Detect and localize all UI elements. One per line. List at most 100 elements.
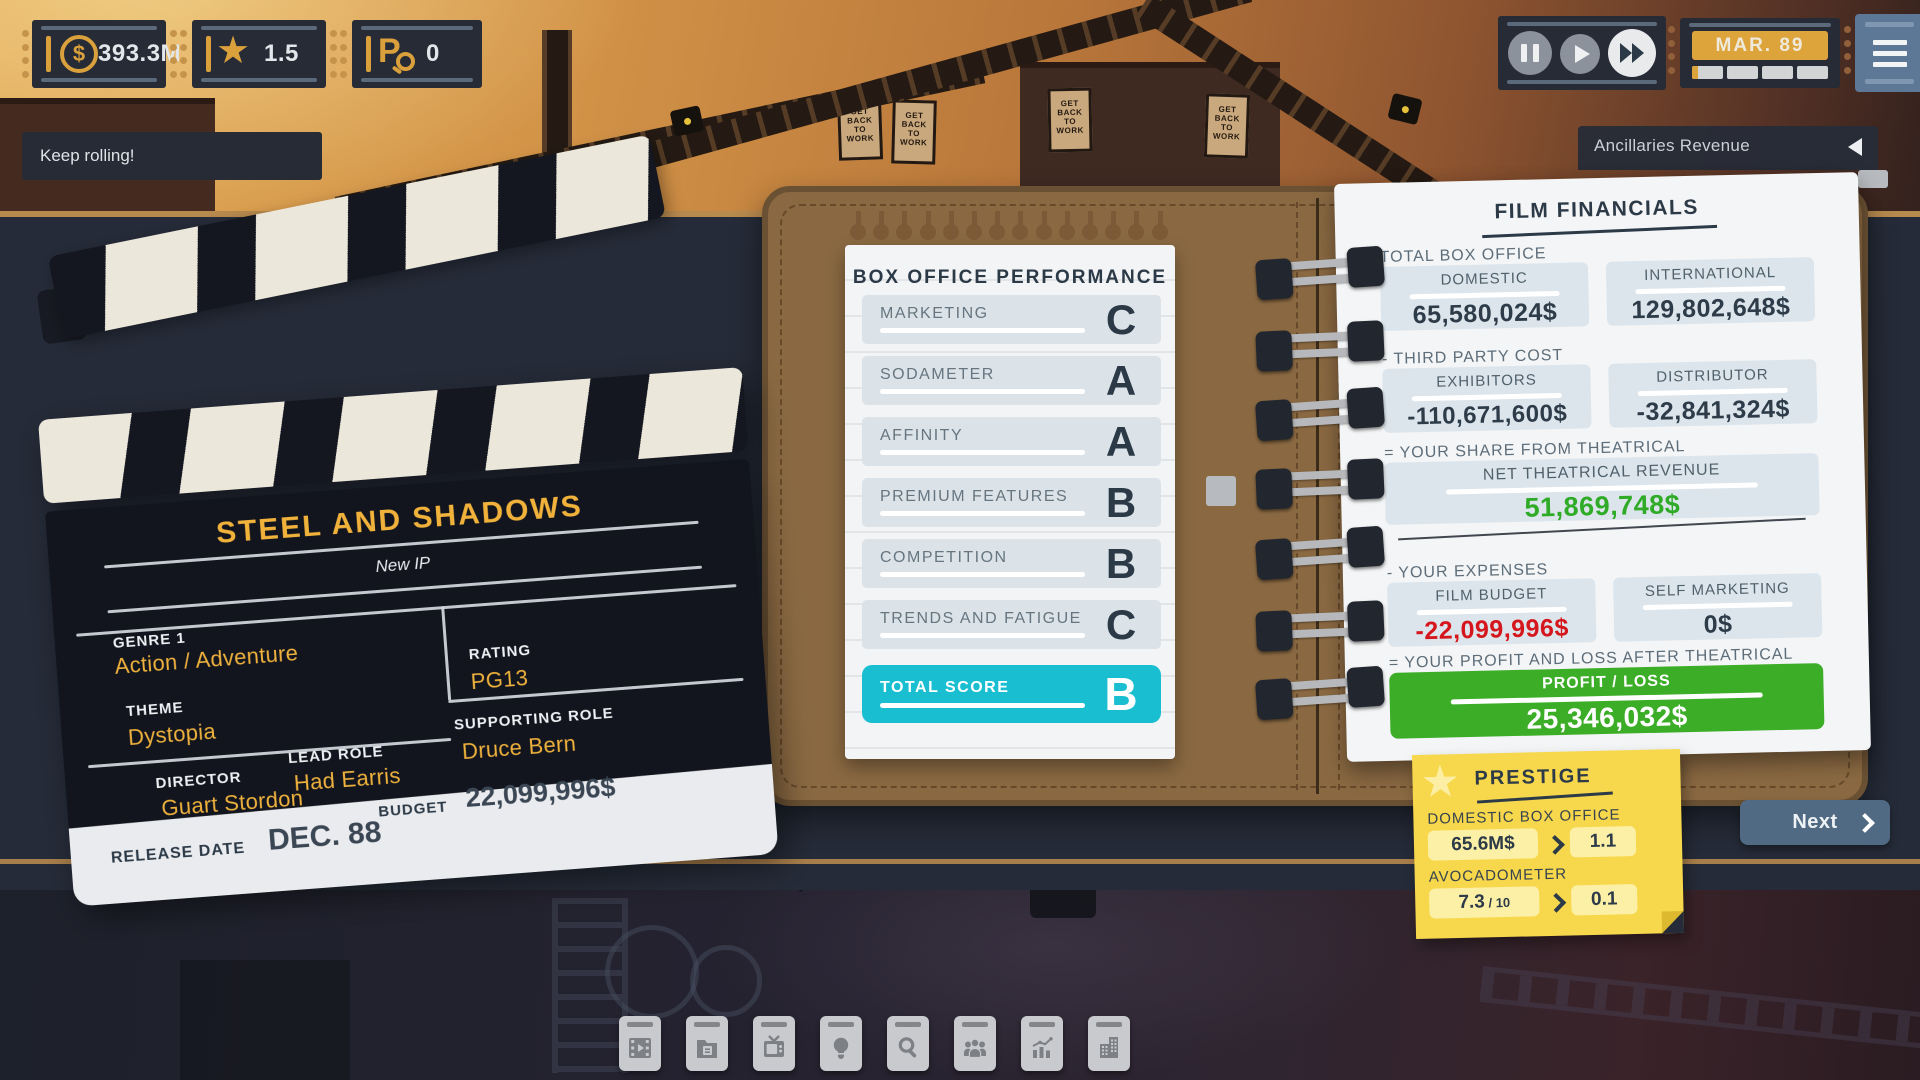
domestic-gain-pill: 1.1 [1569, 826, 1637, 858]
poster: GET BACK TO WORK [1203, 93, 1251, 159]
chevron-right-icon [1546, 892, 1567, 913]
dock-film-reel-button[interactable] [619, 1016, 661, 1071]
binder-clip [1255, 458, 1385, 510]
dock-tv-button[interactable] [753, 1016, 795, 1071]
financials-title: FILM FINANCIALS [1494, 195, 1700, 224]
binder-clip [1255, 600, 1385, 652]
avocado-gain-pill: 0.1 [1570, 883, 1638, 916]
fast-forward-button[interactable] [1608, 29, 1656, 77]
title-underline [1482, 224, 1718, 239]
prestige-ticket[interactable]: ★ 1.5 [192, 20, 326, 88]
spiral-rings [850, 211, 1172, 249]
stats-chart-icon [1030, 1032, 1054, 1064]
performance-row: AFFINITY A [862, 417, 1161, 466]
research-value: 0 [426, 40, 440, 67]
perforation [330, 30, 338, 78]
card-top-bar [1029, 1022, 1055, 1027]
staff-icon [963, 1032, 987, 1064]
perforation [22, 30, 30, 78]
next-button[interactable]: Next [1740, 800, 1890, 845]
projects-folder-icon [695, 1032, 719, 1064]
perforation [1668, 26, 1676, 74]
supporting-role-value: Druce Bern [461, 730, 577, 765]
game-screen: GET BACK TO WORK GET BACK TO WORK GET BA… [0, 0, 1920, 1080]
bottom-toolbar [619, 1016, 1130, 1071]
poster: GET BACK TO WORK [891, 99, 937, 165]
prestige-value: 1.5 [264, 40, 299, 67]
ancillaries-revenue-dropdown[interactable]: Ancillaries Revenue [1578, 126, 1878, 170]
card-top-bar [962, 1022, 988, 1027]
hud-resources: $ 393.3M ★ 1.5 P 0 [22, 20, 494, 88]
card-top-bar [761, 1022, 787, 1027]
menu-button[interactable] [1855, 14, 1920, 92]
poster: GET BACK TO WORK [1047, 87, 1093, 153]
studio-building-icon [1097, 1032, 1121, 1064]
performance-row: TRENDS AND FATIGUE C [862, 600, 1161, 649]
rating-value: PG13 [469, 665, 530, 695]
dock-stats-chart-button[interactable] [1021, 1016, 1063, 1071]
binder-clip [1254, 665, 1386, 721]
dock-idea-bulb-button[interactable] [820, 1016, 862, 1071]
dock-projects-folder-button[interactable] [686, 1016, 728, 1071]
performance-title: BOX OFFICE PERFORMANCE [852, 267, 1168, 288]
international-box: INTERNATIONAL 129,802,648$ [1605, 257, 1816, 326]
dock-studio-building-button[interactable] [1088, 1016, 1130, 1071]
clapperboard-body: STEEL AND SHADOWS New IP GENRE 1 Action … [44, 458, 779, 907]
lead-role-label: LEAD ROLE [287, 743, 385, 768]
lead-role-value: Had Earris [293, 762, 402, 796]
performance-row: PREMIUM FEATURES B [862, 478, 1161, 527]
rating-label: RATING [468, 641, 532, 664]
card-top-bar [895, 1022, 921, 1027]
tooltip: Keep rolling! [22, 132, 322, 180]
card-top-bar [694, 1022, 720, 1027]
perforation [180, 30, 188, 78]
hamburger-icon [1873, 40, 1907, 73]
net-theatrical-box: NET THEATRICAL REVENUE 51,869,748$ [1384, 453, 1820, 525]
star-icon: ★ [1420, 756, 1461, 807]
self-marketing-box: SELF MARKETING 0$ [1613, 573, 1823, 642]
pause-button[interactable] [1508, 31, 1552, 75]
performance-row: COMPETITION B [862, 539, 1161, 588]
play-button[interactable] [1560, 34, 1600, 74]
perforation [170, 30, 178, 78]
arrow-left-icon[interactable] [1848, 138, 1862, 156]
theme-value: Dystopia [127, 718, 217, 751]
avocadometer-label: AVOCADOMETER [1428, 865, 1568, 886]
theme-label: THEME [125, 698, 185, 721]
dock-search-button[interactable] [887, 1016, 929, 1071]
idea-bulb-icon [829, 1032, 853, 1064]
star-icon: ★ [216, 30, 251, 72]
film-budget-box: FILM BUDGET -22,099,996$ [1387, 578, 1597, 647]
current-date: MAR. 89 [1692, 31, 1828, 60]
performance-rows: MARKETING C SODAMETER A AFFINITY A PREMIUM FEA… [862, 295, 1161, 735]
money-icon [46, 36, 51, 72]
dock-staff-button[interactable] [954, 1016, 996, 1071]
ladder-prop [552, 898, 628, 1073]
perforation [340, 30, 348, 78]
distributor-box: DISTRIBUTOR -32,841,324$ [1608, 359, 1818, 428]
progress-segment [1797, 66, 1828, 79]
bookmark-tab [1206, 476, 1236, 506]
train-tracks-prop [1479, 966, 1920, 1050]
profit-loss-box: PROFIT / LOSS 25,346,032$ [1389, 663, 1825, 739]
clapperboard: STEEL AND SHADOWS New IP GENRE 1 Action … [38, 367, 779, 911]
research-ticket[interactable]: P 0 [352, 20, 482, 88]
card-top-bar [828, 1022, 854, 1027]
card-top-bar [1096, 1022, 1122, 1027]
supporting-role-label: SUPPORTING ROLE [453, 704, 615, 734]
domestic-value-pill: 65.6M$ [1427, 828, 1539, 861]
prestige-sticky-note: ★ PRESTIGE DOMESTIC BOX OFFICE 65.6M$ 1.… [1411, 748, 1685, 940]
prestige-underline [1476, 791, 1613, 804]
prestige-icon [206, 36, 211, 72]
progress-segment [1727, 66, 1758, 79]
performance-row: MARKETING C [862, 295, 1161, 344]
dropdown-label: Ancillaries Revenue [1594, 136, 1750, 155]
card-top-bar [627, 1022, 653, 1027]
money-ticket[interactable]: $ 393.3M [32, 20, 181, 88]
dollar-coin-icon: $ [60, 35, 98, 73]
search-icon [896, 1032, 920, 1064]
sticky-fold-shade [1661, 910, 1685, 934]
date-ticket[interactable]: MAR. 89 [1680, 18, 1840, 88]
studio-light [1387, 92, 1423, 126]
playback-controls-ticket [1498, 16, 1666, 90]
